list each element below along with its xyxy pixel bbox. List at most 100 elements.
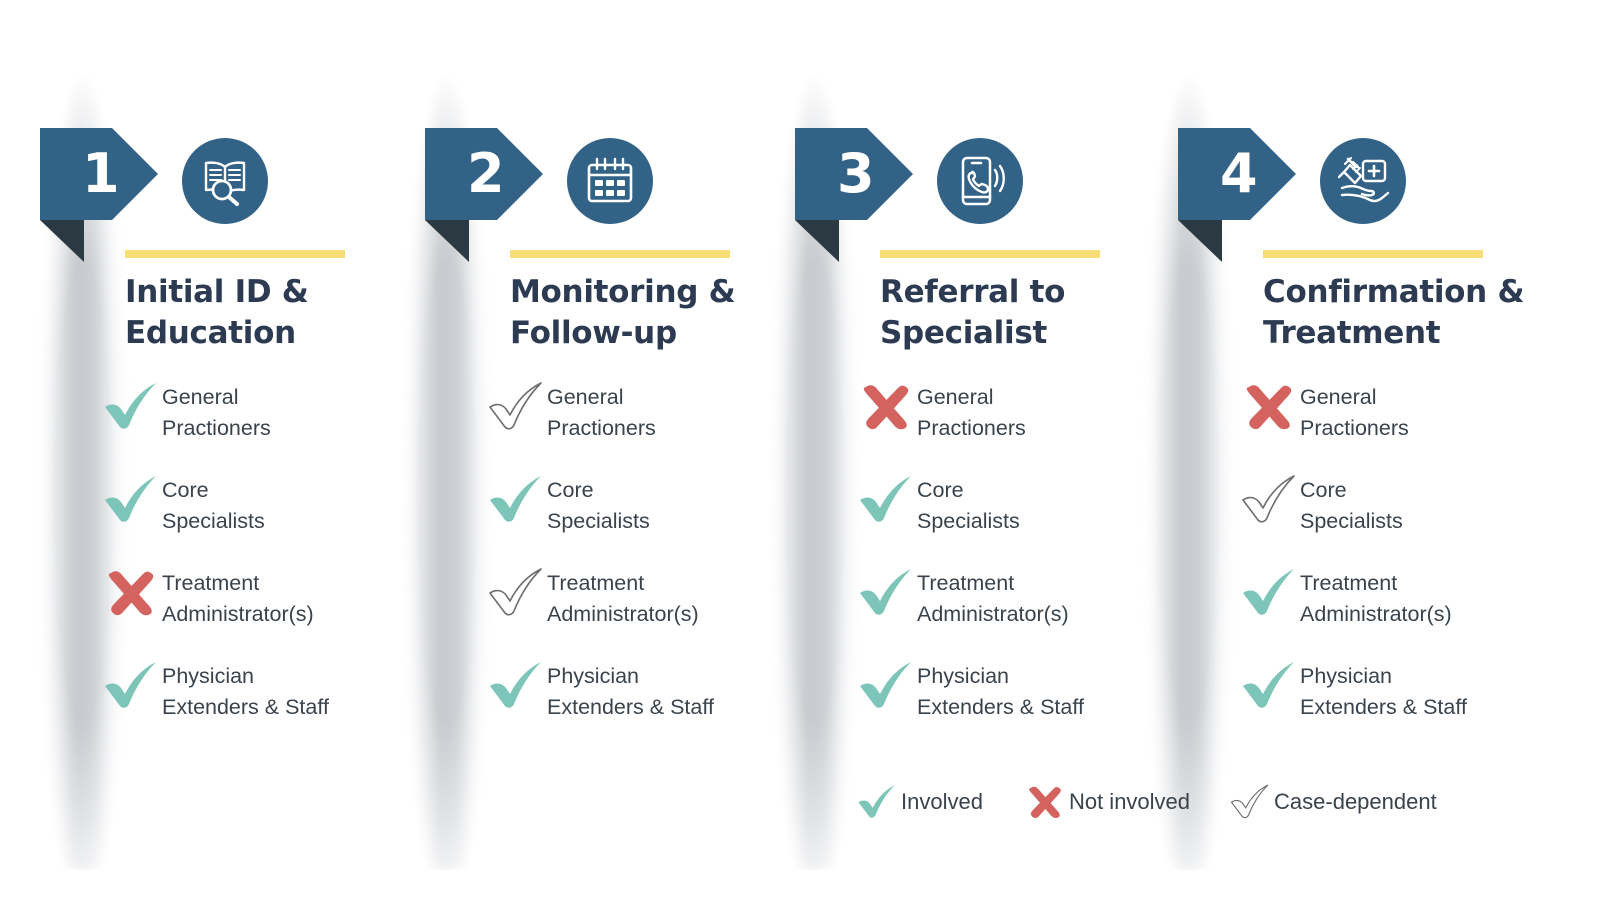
check-icon (105, 662, 156, 708)
check-icon (485, 657, 547, 711)
badge-fold (1178, 220, 1222, 262)
check-icon (485, 471, 547, 525)
role-row: Physician Extenders & Staff (485, 657, 714, 750)
role-label: General Practioners (917, 385, 1026, 440)
role-list: General Practioners Core Specialists Treat… (485, 378, 714, 750)
role-row: General Practioners (485, 378, 714, 471)
check-icon (855, 564, 917, 618)
legend-entry: Not involved (1023, 783, 1190, 820)
check-icon (860, 662, 911, 708)
cross-icon (1023, 783, 1067, 820)
legend-entry: Case-dependent (1228, 783, 1437, 820)
step-number: 4 (1220, 142, 1258, 205)
cross-icon (1238, 378, 1300, 432)
role-row: Treatment Administrator(s) (1238, 564, 1467, 657)
legend-label: Case-dependent (1274, 788, 1437, 814)
role-label: Physician Extenders & Staff (917, 664, 1084, 719)
calendar-icon (567, 138, 653, 224)
step-number-badge: 2 (425, 128, 543, 220)
check-outline-icon (489, 382, 542, 430)
cross-icon (100, 564, 162, 618)
check-outline-icon (1228, 783, 1272, 820)
step-number-badge: 3 (795, 128, 913, 220)
role-list: General Practioners Core Specialists Treat… (855, 378, 1084, 750)
check-icon (855, 471, 917, 525)
check-icon (105, 476, 156, 522)
step-number-badge: 4 (1178, 128, 1296, 220)
badge-fold (795, 220, 839, 262)
accent-rule (1263, 250, 1483, 258)
syringe-hand-icon (1320, 138, 1406, 224)
cross-icon (855, 378, 917, 432)
check-icon (1243, 662, 1294, 708)
badge-fold (40, 220, 84, 262)
check-icon (105, 383, 156, 429)
step-number-badge: 1 (40, 128, 158, 220)
step-number: 3 (837, 142, 875, 205)
role-row: Core Specialists (485, 471, 714, 564)
legend-label: Not involved (1068, 788, 1191, 814)
role-row: Core Specialists (1238, 471, 1467, 564)
cross-icon (863, 385, 909, 430)
stage-column-3: 3 Referral to Specialist General Practio… (795, 0, 1175, 903)
stage-column-1: 1 Initial ID & Education General Practio… (40, 0, 420, 903)
cross-icon (1029, 786, 1061, 819)
legend-entry: Involved (855, 783, 983, 820)
role-label: Core Specialists (917, 478, 1020, 533)
check-icon (100, 657, 162, 711)
check-icon (490, 476, 541, 522)
check-outline-icon (1238, 471, 1300, 525)
check-icon (855, 783, 899, 820)
check-icon (855, 657, 917, 711)
role-label: Treatment Administrator(s) (1300, 571, 1452, 626)
role-label: General Practioners (547, 385, 656, 440)
role-row: General Practioners (1238, 378, 1467, 471)
check-icon (1238, 657, 1300, 711)
check-icon (1243, 569, 1294, 615)
check-icon (100, 471, 162, 525)
check-icon (860, 476, 911, 522)
legend: Involved Not involved Case-dependent (855, 783, 1437, 820)
role-label: Treatment Administrator(s) (917, 571, 1069, 626)
check-outline-icon (489, 568, 542, 616)
role-row: General Practioners (100, 378, 329, 471)
legend-label: Involved (901, 788, 983, 814)
check-icon (490, 662, 541, 708)
badge-fold (425, 220, 469, 262)
cross-icon (1246, 385, 1292, 430)
role-label: Treatment Administrator(s) (547, 571, 699, 626)
role-label: Physician Extenders & Staff (1300, 664, 1467, 719)
book-search-icon (182, 138, 268, 224)
stage-column-2: 2 Monitoring & Follow-up General Practio… (425, 0, 805, 903)
infographic-stage: 1 Initial ID & Education General Practio… (0, 0, 1600, 903)
check-icon (860, 569, 911, 615)
role-row: Physician Extenders & Staff (1238, 657, 1467, 750)
role-list: General Practioners Core Specialists Treat… (1238, 378, 1467, 750)
step-title: Referral to Specialist (880, 274, 1066, 352)
check-outline-icon (485, 378, 547, 432)
step-number: 1 (82, 142, 120, 205)
step-title: Confirmation & Treatment (1263, 274, 1525, 352)
accent-rule (125, 250, 345, 258)
cross-icon (108, 571, 154, 616)
accent-rule (510, 250, 730, 258)
role-row: Treatment Administrator(s) (855, 564, 1084, 657)
step-title: Monitoring & Follow-up (510, 274, 736, 352)
role-row: Physician Extenders & Staff (855, 657, 1084, 750)
step-number: 2 (467, 142, 505, 205)
role-label: General Practioners (1300, 385, 1409, 440)
role-row: Core Specialists (855, 471, 1084, 564)
role-label: Physician Extenders & Staff (162, 664, 329, 719)
check-outline-icon (1242, 475, 1295, 523)
role-row: Physician Extenders & Staff (100, 657, 329, 750)
role-row: General Practioners (855, 378, 1084, 471)
role-label: Core Specialists (162, 478, 265, 533)
role-list: General Practioners Core Specialists Treat… (100, 378, 329, 750)
role-row: Treatment Administrator(s) (100, 564, 329, 657)
role-row: Treatment Administrator(s) (485, 564, 714, 657)
role-label: Core Specialists (547, 478, 650, 533)
check-outline-icon (485, 564, 547, 618)
check-icon (100, 378, 162, 432)
step-title: Initial ID & Education (125, 274, 309, 352)
role-label: Treatment Administrator(s) (162, 571, 314, 626)
